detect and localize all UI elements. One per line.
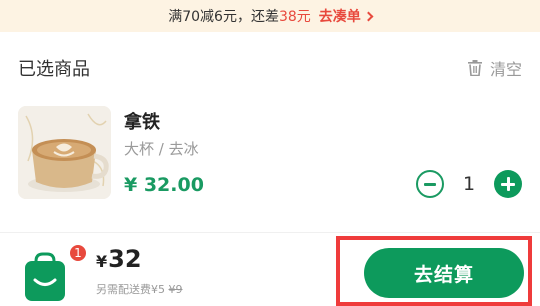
delivery-fee-text: 另需配送费¥5 (96, 283, 165, 296)
minus-icon[interactable] (416, 170, 444, 198)
checkout-highlight: 去结算 (336, 236, 532, 306)
chevron-right-icon (363, 11, 374, 22)
product-spec: 大杯 / 去冰 (124, 140, 199, 158)
delivery-fee-original: ¥9 (168, 283, 183, 296)
clear-cart-button[interactable]: 清空 (467, 56, 522, 80)
quantity-value: 1 (462, 173, 476, 195)
checkout-button[interactable]: 去结算 (364, 248, 524, 298)
promo-banner: 满70减6元，还差 38元 去凑单 (0, 0, 540, 32)
clear-cart-label: 清空 (489, 60, 522, 79)
cart-title: 已选商品 (18, 59, 90, 80)
product-price: ¥ 32.00 (124, 174, 204, 196)
total-price: ¥32 (96, 245, 142, 273)
quantity-stepper: 1 (416, 170, 522, 198)
delivery-fee: 另需配送费¥5 ¥9 (96, 281, 183, 297)
product-image (18, 106, 111, 199)
total-amount: 32 (108, 245, 142, 273)
trash-icon (467, 60, 482, 76)
cart-item: 拿铁 大杯 / 去冰 ¥ 32.00 1 (18, 106, 522, 202)
add-more-link[interactable]: 去凑单 (318, 6, 374, 26)
promo-text: 满70减6元，还差 (168, 9, 279, 25)
plus-icon[interactable] (494, 170, 522, 198)
add-more-label: 去凑单 (318, 9, 361, 25)
currency-symbol: ¥ (96, 252, 108, 271)
promo-remaining-amount: 38元 (278, 9, 311, 25)
product-name[interactable]: 拿铁 (124, 108, 160, 134)
cart-count-badge: 1 (68, 243, 88, 263)
cart-header: 已选商品 清空 (18, 56, 522, 80)
